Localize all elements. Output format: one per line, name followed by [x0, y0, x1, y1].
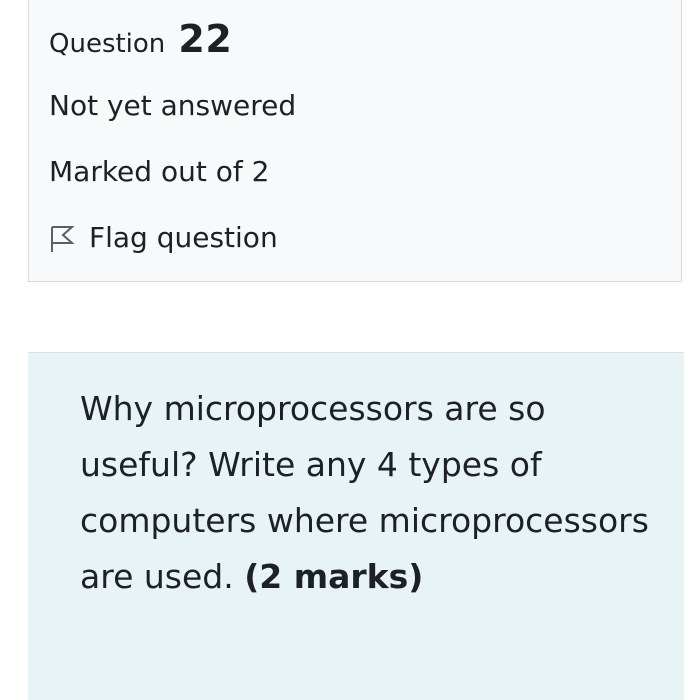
question-text: Why microprocessors are so useful? Write… [80, 381, 660, 605]
question-grade: Marked out of 2 [49, 155, 270, 188]
flag-outline-icon [49, 223, 75, 253]
flag-question-label: Flag question [89, 221, 278, 254]
flag-question-button[interactable]: Flag question [49, 221, 278, 254]
question-marks: (2 marks) [244, 557, 424, 596]
question-info-panel: Question 22 Not yet answered Marked out … [28, 0, 682, 282]
question-number: 22 [178, 17, 233, 61]
question-heading: Question 22 [49, 17, 232, 61]
question-state: Not yet answered [49, 89, 297, 122]
question-label: Question [49, 29, 166, 59]
quiz-page: Question 22 Not yet answered Marked out … [0, 0, 695, 700]
question-text-panel: Why microprocessors are so useful? Write… [28, 352, 684, 700]
